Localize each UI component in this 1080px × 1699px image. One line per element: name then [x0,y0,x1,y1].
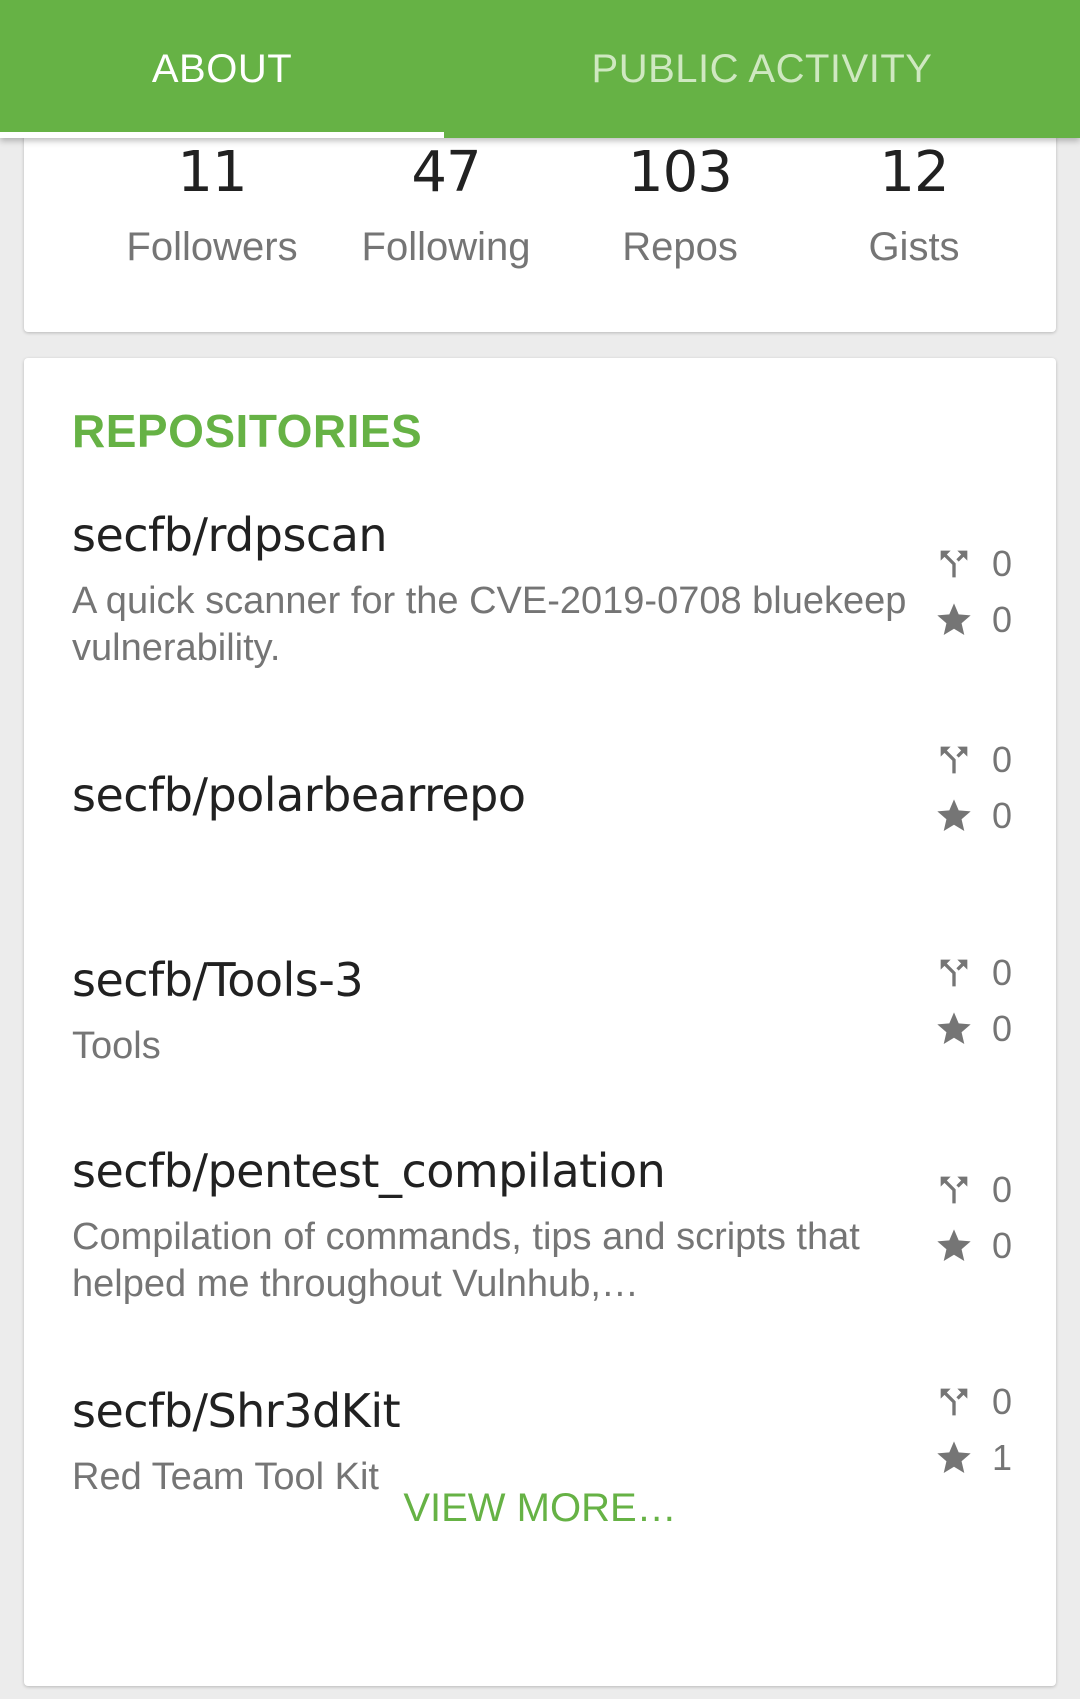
stat-label: Repos [622,225,738,269]
repo-item[interactable]: secfb/Tools-3 Tools 0 0 [24,953,1056,1093]
stat-label: Gists [868,225,960,269]
repo-name: secfb/Shr3dKit [72,1384,401,1438]
fork-count: 0 [992,739,1013,780]
stat-followers[interactable]: 11 Followers [92,140,332,269]
repo-item[interactable]: secfb/polarbearrepo 0 0 [24,742,1056,898]
fork-icon [940,959,968,987]
repo-forks: 0 [934,738,1012,782]
star-count: 0 [992,1008,1013,1049]
repo-forks: 0 [934,542,1012,586]
star-icon [937,603,971,635]
stat-label: Followers [126,225,298,269]
stat-value: 103 [628,140,733,205]
star-count: 0 [992,795,1013,836]
fork-icon [940,1176,968,1204]
star-count: 0 [992,599,1013,640]
fork-count: 0 [992,543,1013,584]
repo-name: secfb/pentest_compilation [72,1144,666,1198]
stat-gists[interactable]: 12 Gists [794,140,1034,269]
stat-value: 47 [411,140,481,205]
repo-stars: 0 [934,598,1012,642]
repo-description: A quick scanner for the CVE-2019-0708 bl… [72,580,907,669]
stat-repos[interactable]: 103 Repos [560,140,800,269]
fork-icon [940,746,968,774]
repo-stars: 0 [934,794,1012,838]
star-icon [937,1012,971,1044]
repo-stars: 1 [934,1436,1012,1480]
fork-count: 0 [992,1381,1013,1422]
fork-icon [940,1388,968,1416]
repo-forks: 0 [934,1168,1012,1212]
repo-stars: 0 [934,1224,1012,1268]
repo-forks: 0 [934,951,1012,995]
repo-name: secfb/rdpscan [72,508,388,562]
tab-bar: ABOUT PUBLIC ACTIVITY [0,0,1080,138]
tab-public-activity[interactable]: PUBLIC ACTIVITY [444,0,1080,138]
star-icon [937,1229,971,1261]
repo-forks: 0 [934,1380,1012,1424]
repo-description: Tools [72,1025,161,1067]
stat-following[interactable]: 47 Following [326,140,566,269]
tab-indicator [0,132,444,138]
fork-count: 0 [992,952,1013,993]
stat-label: Following [361,225,531,269]
repo-item[interactable]: secfb/rdpscan A quick scanner for the CV… [24,508,1056,708]
star-count: 1 [992,1437,1013,1478]
tab-about[interactable]: ABOUT [0,0,444,138]
fork-icon [940,550,968,578]
view-more-button[interactable]: VIEW MORE… [24,1486,1056,1531]
repo-stars: 0 [934,1007,1012,1051]
repo-name: secfb/Tools-3 [72,953,364,1007]
repo-item[interactable]: secfb/pentest_compilation Compilation of… [24,1144,1056,1334]
fork-count: 0 [992,1169,1013,1210]
star-icon [937,1441,971,1473]
repositories-card: REPOSITORIES secfb/rdpscan A quick scann… [24,358,1056,1686]
section-title: REPOSITORIES [72,405,423,457]
star-count: 0 [992,1225,1013,1266]
repo-description: Compilation of commands, tips and script… [72,1216,860,1305]
stat-value: 11 [177,140,247,205]
star-icon [937,799,971,831]
repo-name: secfb/polarbearrepo [72,768,526,822]
stat-value: 12 [879,140,949,205]
